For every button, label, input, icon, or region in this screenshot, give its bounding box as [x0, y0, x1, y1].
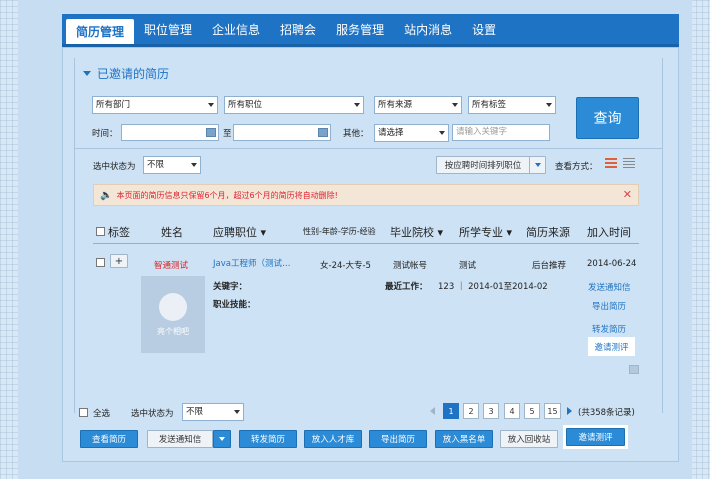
chevron-down-icon	[534, 163, 541, 167]
chevron-down-icon	[191, 163, 197, 167]
calendar-icon[interactable]	[206, 128, 216, 137]
export-resume-link[interactable]: 导出简历	[592, 300, 626, 312]
tab-company-info[interactable]: 企业信息	[202, 14, 270, 44]
total-records: (共358条记录)	[578, 408, 635, 418]
top-nav: 简历管理 职位管理 企业信息 招聘会 服务管理 站内消息 设置	[62, 14, 679, 47]
keyword-input[interactable]: 请输入关键字	[452, 124, 550, 141]
applied-position-link[interactable]: Java工程师（测试…	[213, 257, 290, 269]
source-select[interactable]: 所有来源	[374, 96, 462, 114]
invite-assessment-button[interactable]: 邀请测评	[566, 428, 625, 446]
col-source: 简历来源	[526, 226, 570, 239]
page-2[interactable]: 2	[463, 403, 479, 419]
chevron-down-icon	[439, 131, 445, 135]
select-all-checkbox[interactable]	[79, 408, 88, 417]
header-divider	[93, 243, 639, 244]
bottom-status-label: 选中状态为	[131, 409, 174, 419]
col-major[interactable]: 所学专业 ▾	[459, 224, 512, 240]
page-1[interactable]: 1	[443, 403, 459, 419]
tab-messages[interactable]: 站内消息	[394, 14, 462, 44]
add-to-blacklist-button[interactable]: 放入黑名单	[435, 430, 493, 448]
chevron-down-icon	[234, 410, 240, 414]
prev-page-icon[interactable]	[430, 407, 435, 415]
chevron-down-icon	[354, 103, 360, 107]
next-page-icon[interactable]	[567, 407, 572, 415]
bottom-status-select[interactable]: 不限	[182, 403, 244, 421]
other-label: 其他：	[343, 129, 369, 139]
candidate-date: 2014-06-24	[587, 259, 637, 269]
list-view-icon[interactable]	[605, 158, 617, 168]
retention-notice: 🔈 本页面的简历信息只保留6个月，超过6个月的简历将自动删除! ✕	[93, 184, 639, 206]
chevron-down-icon	[219, 437, 225, 441]
view-mode-label: 查看方式：	[555, 162, 598, 172]
col-school[interactable]: 毕业院校 ▾	[390, 224, 443, 240]
col-tag: 标签	[108, 226, 130, 239]
page-4[interactable]: 4	[504, 403, 520, 419]
divider	[75, 148, 663, 149]
avatar-icon	[159, 293, 187, 321]
page-5[interactable]: 5	[524, 403, 540, 419]
export-resume-button[interactable]: 导出简历	[369, 430, 427, 448]
candidate-name[interactable]: 智通测试	[154, 259, 188, 271]
forward-resume-link[interactable]: 转发简历	[592, 323, 626, 335]
collapse-triangle-icon[interactable]	[83, 71, 91, 76]
department-select[interactable]: 所有部门	[92, 96, 218, 114]
page-3[interactable]: 3	[483, 403, 499, 419]
send-notice-dropdown[interactable]	[213, 430, 231, 448]
col-position[interactable]: 应聘职位 ▾	[213, 224, 266, 240]
col-profile: 性别-年龄-学历-经验	[303, 227, 376, 236]
forward-resume-button[interactable]: 转发简历	[239, 430, 297, 448]
send-notice-link[interactable]: 发送通知信	[588, 281, 631, 293]
time-label: 时间：	[92, 129, 118, 139]
add-to-talent-pool-button[interactable]: 放入人才库	[304, 430, 362, 448]
candidate-source: 后台推荐	[532, 261, 567, 271]
other-select[interactable]: 请选择	[374, 124, 449, 142]
invite-assessment-link[interactable]: 邀请测评	[588, 337, 635, 356]
invite-assessment-highlight: 邀请测评	[563, 425, 628, 449]
row-checkbox[interactable]	[96, 258, 105, 267]
tag-select[interactable]: 所有标签	[468, 96, 556, 114]
recent-work-label: 最近工作：	[385, 282, 428, 292]
candidate-photo-placeholder: 亮个相吧	[141, 276, 205, 353]
col-date: 加入时间	[587, 226, 631, 239]
compact-view-icon[interactable]	[623, 158, 635, 168]
send-notice-button[interactable]: 发送通知信	[147, 430, 213, 448]
chevron-down-icon	[208, 103, 214, 107]
position-select[interactable]: 所有职位	[224, 96, 364, 114]
tab-settings[interactable]: 设置	[462, 14, 506, 44]
tab-job-fair[interactable]: 招聘会	[270, 14, 326, 44]
sort-by-time-button[interactable]: 按应聘时间排列职位	[436, 156, 530, 174]
chevron-down-icon	[546, 103, 552, 107]
expand-icon[interactable]	[629, 365, 639, 374]
candidate-major: 测试	[459, 261, 477, 271]
section-title: 已邀请的简历	[83, 65, 169, 82]
select-all-label: 全选	[93, 409, 111, 419]
tab-resume-management[interactable]: 简历管理	[66, 19, 135, 44]
chevron-down-icon	[452, 103, 458, 107]
skills-label: 职业技能：	[213, 300, 256, 310]
end-date-input[interactable]	[233, 124, 331, 141]
add-tag-button[interactable]: +	[110, 254, 128, 268]
tab-job-management[interactable]: 职位管理	[134, 14, 202, 44]
status-select[interactable]: 不限	[143, 156, 201, 174]
candidate-school: 测试帐号	[393, 261, 428, 271]
view-resume-button[interactable]: 查看简历	[80, 430, 138, 448]
start-date-input[interactable]	[121, 124, 219, 141]
sort-dropdown-button[interactable]	[529, 156, 546, 174]
status-filter-label: 选中状态为	[93, 162, 136, 172]
page-15[interactable]: 15	[544, 403, 561, 419]
tab-services[interactable]: 服务管理	[326, 14, 394, 44]
keyword-label: 关键字：	[213, 282, 248, 292]
main-panel: 已邀请的简历 所有部门 所有职位 所有来源 所有标签 时间： 至 其他： 请选择…	[62, 47, 679, 462]
date-to-label: 至	[223, 129, 232, 139]
col-name: 姓名	[161, 226, 183, 239]
recent-work-value: 123 ｜ 2014-01至2014-02	[438, 282, 548, 292]
close-icon[interactable]: ✕	[623, 188, 632, 201]
speaker-icon: 🔈	[100, 189, 113, 201]
calendar-icon[interactable]	[318, 128, 328, 137]
move-to-recycle-button[interactable]: 放入回收站	[500, 430, 558, 448]
candidate-profile: 女-24-大专-5	[320, 261, 371, 271]
query-button[interactable]: 查询	[576, 97, 639, 139]
header-checkbox[interactable]	[96, 227, 105, 236]
